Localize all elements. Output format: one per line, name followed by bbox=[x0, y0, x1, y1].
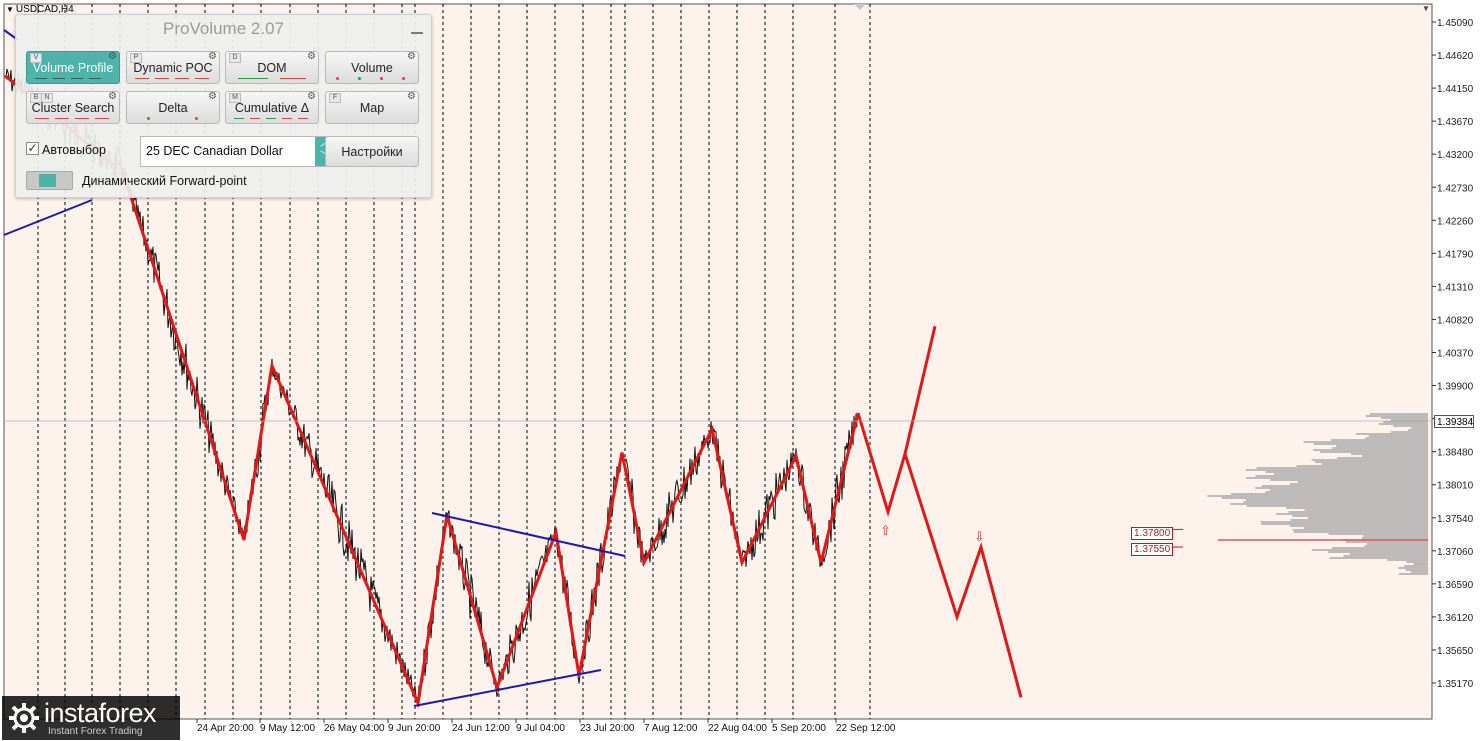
autoselect-checkbox[interactable]: ✓ bbox=[26, 142, 39, 155]
button-label: Dynamic POC bbox=[133, 61, 213, 75]
arrow-down-icon: ⇩ bbox=[974, 530, 985, 545]
x-tick-label: 9 May 12:00 bbox=[260, 723, 315, 734]
forward-point-label: Динамический Forward-point bbox=[82, 174, 247, 188]
x-tick-label: 7 Aug 12:00 bbox=[644, 723, 698, 734]
x-tick-label: 23 Jul 20:00 bbox=[580, 723, 635, 734]
mode-indicator bbox=[232, 77, 312, 80]
mode-indicator bbox=[33, 77, 113, 80]
map-button[interactable]: F ⚙ Map bbox=[325, 91, 419, 124]
autoselect-label: Автовыбор bbox=[42, 143, 106, 157]
level-label: 1.37800 bbox=[1131, 527, 1174, 540]
x-tick-label: 26 May 04:00 bbox=[324, 723, 385, 734]
forward-point-toggle[interactable] bbox=[26, 171, 73, 190]
button-label: DOM bbox=[257, 61, 287, 75]
gear-icon[interactable]: ⚙ bbox=[407, 52, 416, 62]
y-tick-label: 1.43200 bbox=[1437, 150, 1474, 161]
y-tick-label: 1.42730 bbox=[1437, 183, 1474, 194]
mode-indicator bbox=[133, 77, 213, 80]
x-tick-label: 24 Jun 12:00 bbox=[452, 723, 510, 734]
button-label: Cumulative Δ bbox=[234, 101, 310, 115]
provolume-panel: ProVolume 2.07 V ⚙ Volume Profile P ⚙ Dy… bbox=[15, 14, 432, 198]
y-tick-label: 1.39900 bbox=[1437, 382, 1474, 393]
button-label: Настройки bbox=[341, 145, 403, 159]
y-tick-label: 1.43670 bbox=[1437, 117, 1474, 128]
cumulative-delta-button[interactable]: M ⚙ Cumulative Δ bbox=[225, 91, 319, 124]
logo-tagline: Instant Forex Trading bbox=[48, 726, 143, 737]
mode-indicator bbox=[33, 117, 113, 120]
y-tick-label: 1.38010 bbox=[1437, 481, 1474, 492]
instrument-value: 25 DEC Canadian Dollar bbox=[146, 144, 283, 158]
button-label: Delta bbox=[158, 101, 188, 115]
hotkey-badge: D bbox=[229, 53, 241, 63]
gear-icon[interactable]: ⚙ bbox=[307, 52, 316, 62]
y-tick-label: 1.42260 bbox=[1437, 216, 1474, 227]
cluster-search-button[interactable]: B N ⚙ Cluster Search bbox=[26, 91, 120, 124]
gear-icon[interactable]: ⚙ bbox=[208, 92, 217, 102]
arrow-up-icon: ⇧ bbox=[880, 524, 891, 539]
dynamic-poc-button[interactable]: P ⚙ Dynamic POC bbox=[126, 51, 220, 84]
level-label: 1.37550 bbox=[1131, 543, 1174, 556]
y-tick-label: 1.41310 bbox=[1437, 282, 1474, 293]
x-tick-label: 9 Jul 04:00 bbox=[516, 723, 565, 734]
y-tick-label: 1.41790 bbox=[1437, 249, 1474, 260]
current-price-tag: 1.39384 bbox=[1434, 415, 1474, 428]
y-tick-label: 1.36590 bbox=[1437, 580, 1474, 591]
y-tick-label: 1.44150 bbox=[1437, 84, 1474, 95]
button-label: Volume Profile bbox=[32, 61, 114, 75]
settings-button[interactable]: Настройки bbox=[325, 136, 419, 167]
delta-button[interactable]: ⚙ Delta bbox=[126, 91, 220, 124]
toggle-knob bbox=[39, 174, 56, 187]
x-tick-label: 9 Jun 20:00 bbox=[388, 723, 441, 734]
minimize-icon[interactable] bbox=[411, 23, 423, 35]
button-label: Map bbox=[359, 101, 385, 115]
y-tick-label: 1.36120 bbox=[1437, 613, 1474, 624]
gear-icon[interactable]: ⚙ bbox=[407, 92, 416, 102]
hotkey-badge: F bbox=[329, 93, 341, 103]
mode-indicator bbox=[133, 117, 213, 120]
chevron-down-icon[interactable]: ▼ bbox=[6, 5, 14, 14]
x-tick-label: 22 Aug 04:00 bbox=[708, 723, 767, 734]
volume-button[interactable]: ⚙ Volume bbox=[325, 51, 419, 84]
volume-profile-button[interactable]: V ⚙ Volume Profile bbox=[26, 51, 120, 84]
button-label: Cluster Search bbox=[31, 101, 115, 115]
y-tick-label: 1.37060 bbox=[1437, 547, 1474, 558]
y-tick-label: 1.45090 bbox=[1437, 18, 1474, 29]
instaforex-logo-icon bbox=[9, 703, 39, 733]
button-label: Volume bbox=[351, 61, 393, 75]
y-tick-label: 1.35650 bbox=[1437, 646, 1474, 657]
y-tick-label: 1.40370 bbox=[1437, 349, 1474, 360]
logo-brand: instaforex bbox=[44, 698, 157, 728]
chart-shift-icon[interactable]: ▼ bbox=[1421, 4, 1431, 14]
y-tick-label: 1.40820 bbox=[1437, 315, 1474, 326]
x-tick-label: 24 Apr 20:00 bbox=[197, 723, 254, 734]
y-tick-label: 1.44620 bbox=[1437, 51, 1474, 62]
mode-indicator bbox=[232, 117, 312, 120]
x-tick-label: 5 Sep 20:00 bbox=[772, 723, 826, 734]
y-tick-label: 1.35170 bbox=[1437, 679, 1474, 690]
panel-title: ProVolume 2.07 bbox=[163, 19, 284, 38]
dom-button[interactable]: D ⚙ DOM bbox=[225, 51, 319, 84]
y-tick-label: 1.37540 bbox=[1437, 514, 1474, 525]
y-tick-label: 1.38480 bbox=[1437, 448, 1474, 459]
x-tick-label: 22 Sep 12:00 bbox=[836, 723, 896, 734]
instrument-select[interactable]: 25 DEC Canadian Dollar ︿﹀ bbox=[140, 136, 336, 167]
mode-indicator bbox=[332, 77, 412, 80]
instaforex-logo: instaforex Instant Forex Trading bbox=[2, 696, 180, 740]
